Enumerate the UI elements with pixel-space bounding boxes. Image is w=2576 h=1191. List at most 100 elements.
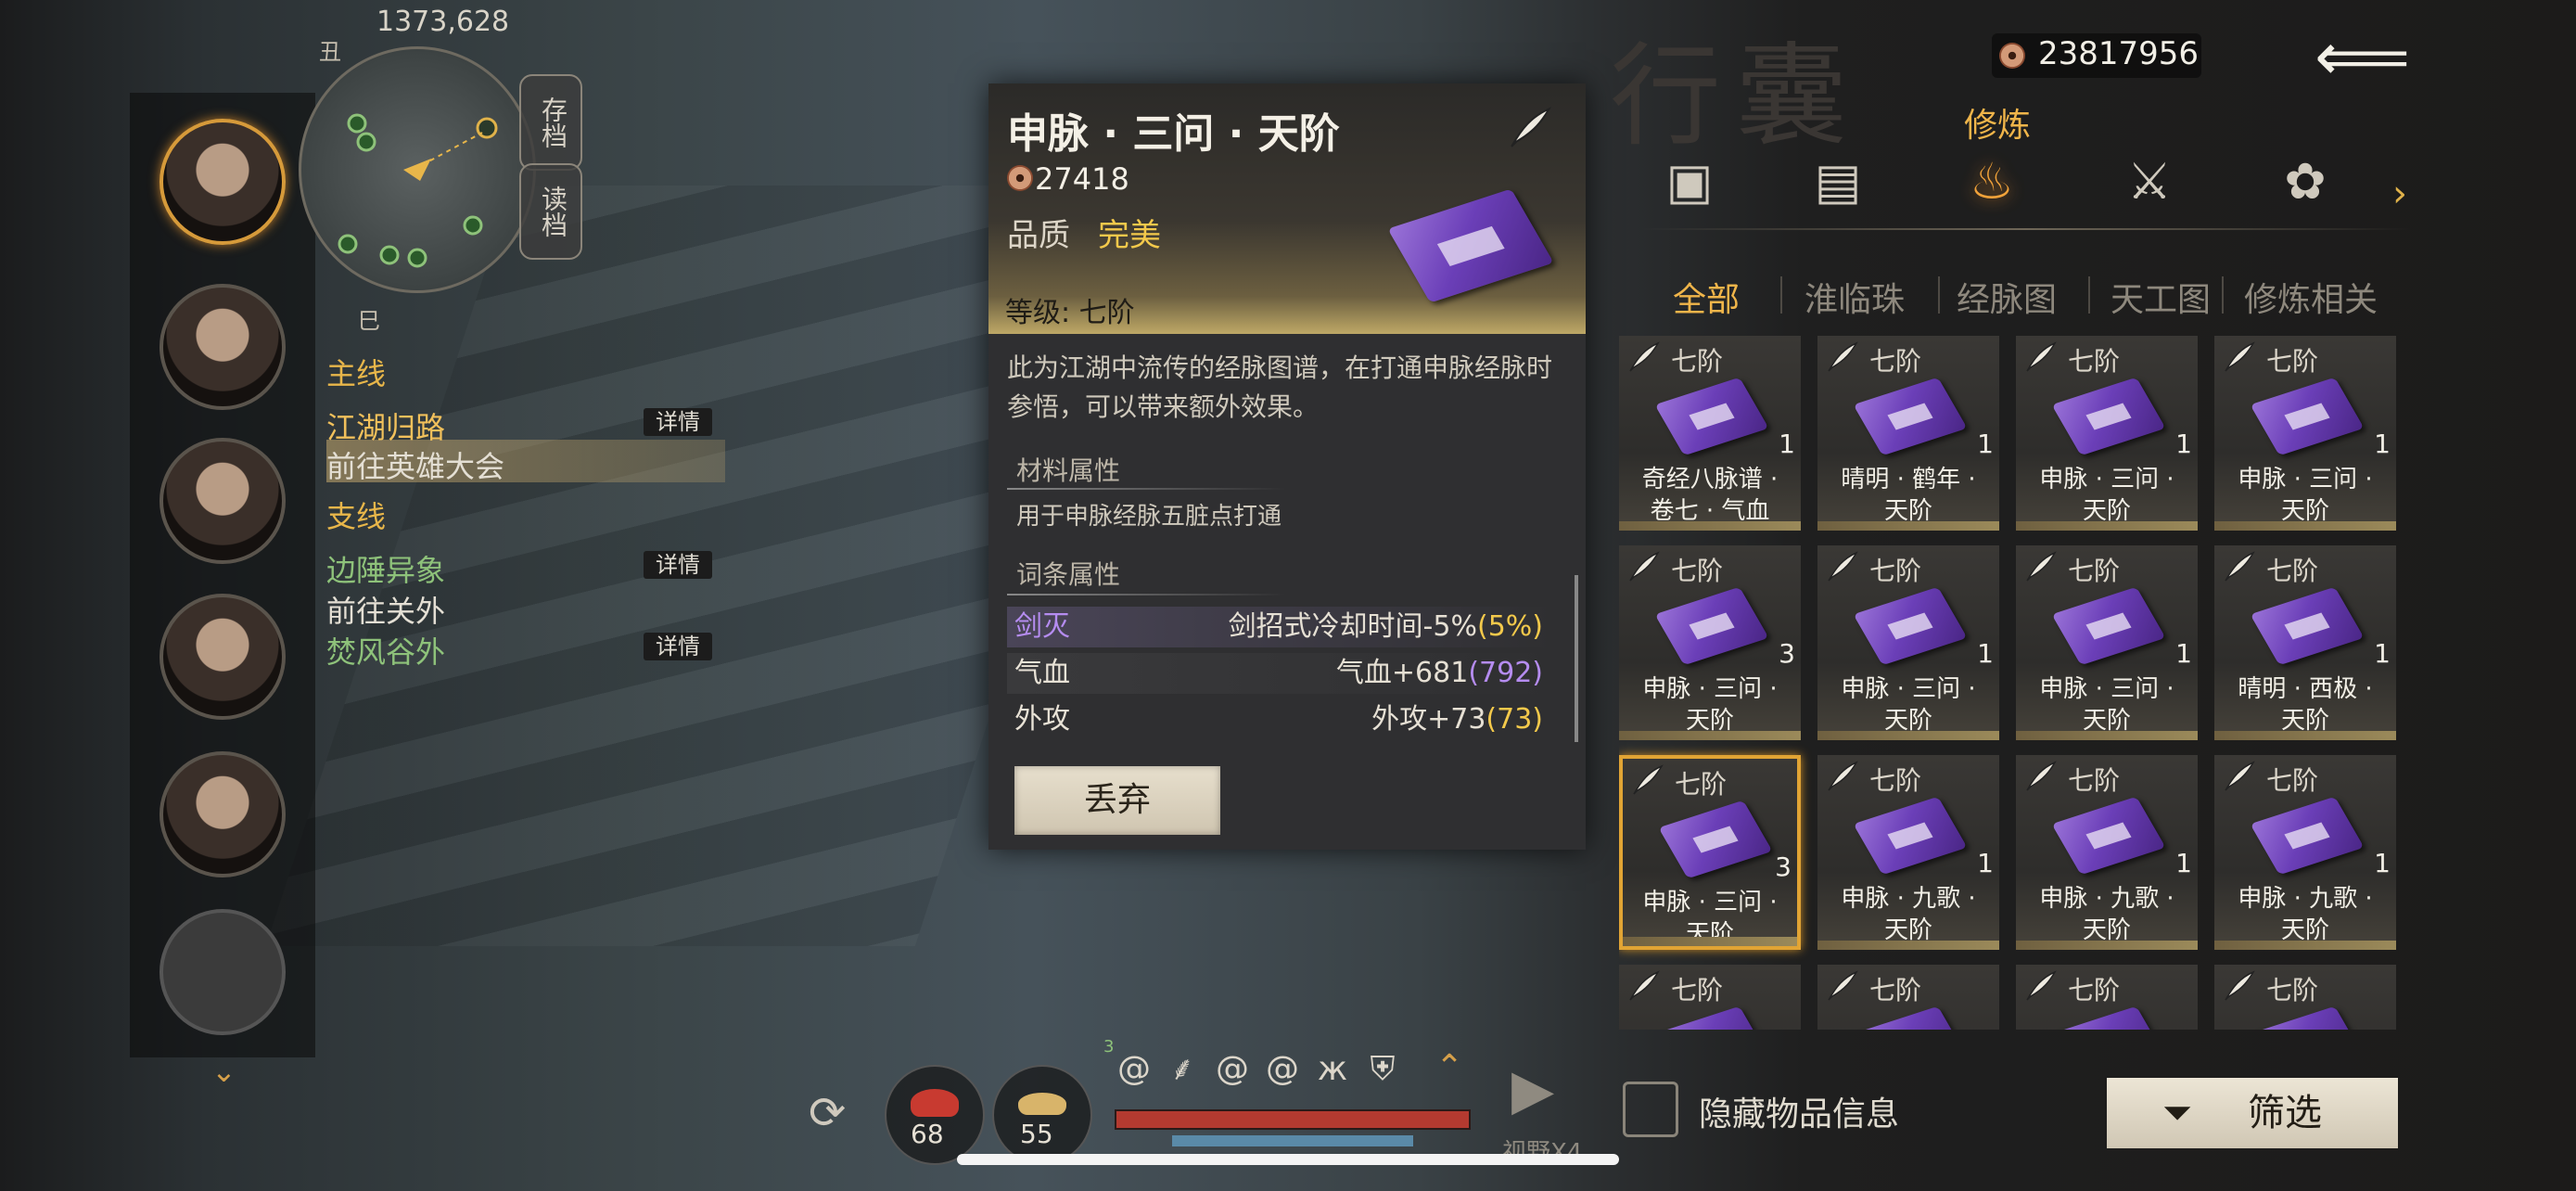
party-empty-slot[interactable] <box>159 909 286 1035</box>
chevron-right-icon[interactable]: › <box>2392 173 2407 215</box>
item-grade: 七阶 <box>1671 975 1724 1005</box>
quill-icon <box>2026 761 2057 791</box>
subtab-tiangong[interactable]: 天工图 <box>2111 273 2211 321</box>
subtab-meridian[interactable]: 经脉图 <box>1957 273 2057 321</box>
drink-slot[interactable] <box>992 1065 1092 1165</box>
item-name: 申脉 · 九歌 · 天阶 <box>2039 885 2174 944</box>
item-book-image <box>1654 377 1769 456</box>
minimap[interactable] <box>299 46 536 293</box>
quill-icon <box>1511 107 1552 147</box>
inventory-item[interactable]: 七阶 1 奇经八脉谱 · 卷七 · 气血 <box>1619 336 1801 531</box>
party-avatar-5[interactable] <box>159 751 286 877</box>
refresh-icon[interactable]: ⟳ <box>809 1087 846 1139</box>
party-avatar-4[interactable] <box>159 594 286 720</box>
inventory-item[interactable]: 七阶 <box>1619 965 1801 1030</box>
back-arrow-icon[interactable]: ⟸ <box>2315 23 2417 90</box>
feather-icon[interactable]: ⸙ <box>1161 1048 1204 1091</box>
scroll-icon[interactable]: ▤ <box>1804 148 1871 215</box>
inventory-item[interactable]: 七阶 1 申脉 · 三问 · 天阶 <box>1817 545 1999 740</box>
food-slot[interactable] <box>885 1065 985 1165</box>
inventory-item[interactable]: 七阶 1 申脉 · 三问 · 天阶 <box>2214 336 2396 531</box>
item-book-image <box>1654 586 1769 666</box>
home-indicator[interactable] <box>957 1154 1619 1165</box>
camera-icon[interactable]: ▶ <box>1511 1057 1554 1122</box>
main-quest-detail-button[interactable]: 详情 <box>644 408 712 436</box>
discard-button[interactable]: 丢弃 <box>1014 766 1220 835</box>
hide-info-checkbox[interactable] <box>1623 1082 1678 1137</box>
subtab-cultivation[interactable]: 修炼相关 <box>2244 273 2378 321</box>
inventory-item[interactable]: 七阶 1 申脉 · 九歌 · 天阶 <box>2016 755 2198 950</box>
attr-name: 外攻 <box>1014 703 1070 736</box>
inventory-item[interactable]: 七阶 3 申脉 · 三问 · 天阶 <box>1619 545 1801 740</box>
party-avatar-3[interactable] <box>159 438 286 564</box>
popup-scrollbar[interactable] <box>1575 575 1578 742</box>
item-book-image <box>2250 796 2365 876</box>
inventory-item[interactable]: 七阶 3 申脉 · 三问 · 天阶 <box>1619 755 1801 950</box>
main-quest-label: 主线 <box>326 356 387 391</box>
quill-icon <box>1629 970 1660 1001</box>
item-book-image <box>1853 586 1968 666</box>
item-book-image <box>1853 796 1968 876</box>
chest-icon[interactable]: ▣ <box>1656 148 1723 215</box>
inventory-item[interactable]: 七阶 1 申脉 · 三问 · 天阶 <box>2016 336 2198 531</box>
quill-icon <box>2225 341 2255 372</box>
item-rarity-bar <box>1623 937 1797 946</box>
inventory-item[interactable]: 七阶 1 申脉 · 九歌 · 天阶 <box>1817 755 1999 950</box>
item-book-image <box>1853 377 1968 456</box>
swirl-icon[interactable]: @ <box>1113 1048 1155 1091</box>
side-quest-2-detail-button[interactable]: 详情 <box>644 633 712 660</box>
chevron-up-icon[interactable]: ⌃ <box>1435 1048 1463 1086</box>
item-rarity-bar <box>1619 731 1801 740</box>
main-quest-name[interactable]: 江湖归路 <box>326 404 445 447</box>
inventory-item[interactable]: 七阶 1 申脉 · 三问 · 天阶 <box>2016 545 2198 740</box>
side-quest-2-name[interactable]: 焚风谷外 <box>326 629 445 672</box>
load-button[interactable]: 读档 <box>519 163 582 260</box>
swirl-icon[interactable]: @ <box>1211 1048 1254 1091</box>
inventory-item[interactable]: 七阶 <box>2016 965 2198 1030</box>
minimap-markers <box>338 113 498 268</box>
subtab-separator <box>2222 276 2224 314</box>
inventory-item[interactable]: 七阶 <box>2214 965 2396 1030</box>
inventory-item[interactable]: 七阶 1 晴明 · 西极 · 天阶 <box>2214 545 2396 740</box>
item-quantity: 1 <box>2374 429 2391 459</box>
item-rarity-bar <box>1817 941 1999 950</box>
subtab-all[interactable]: 全部 <box>1673 273 1740 321</box>
filter-button[interactable]: ⏷ 筛选 <box>2107 1078 2398 1148</box>
entry-section-label: 词条属性 <box>1016 559 1121 590</box>
lotus-icon[interactable]: ✿ <box>2272 148 2339 215</box>
party-avatar-1[interactable] <box>159 119 286 245</box>
item-book-image <box>1658 800 1773 879</box>
item-quantity: 3 <box>1779 638 1795 669</box>
item-book-image <box>1654 1005 1769 1030</box>
save-button[interactable]: 存档 <box>519 74 582 171</box>
sword-icon[interactable]: ⚔ <box>2116 148 2183 215</box>
map-coordinates: 1373,628 <box>376 6 510 38</box>
chevron-down-icon[interactable]: ⌄ <box>211 1054 236 1089</box>
item-name: 申脉 · 三问 · 天阶 <box>2039 466 2174 525</box>
item-grade: 七阶 <box>1671 346 1724 377</box>
party-avatar-2[interactable] <box>159 284 286 410</box>
item-name: 申脉 · 三问 · 天阶 <box>2039 675 2174 735</box>
flame-icon[interactable]: ♨ <box>1958 148 2025 215</box>
item-book-image <box>2250 586 2365 666</box>
inventory-item[interactable]: 七阶 1 晴明 · 鹤年 · 天阶 <box>1817 336 1999 531</box>
main-quest-objective[interactable]: 前往英雄大会 <box>326 443 504 486</box>
swirl-icon[interactable]: @ <box>1261 1048 1304 1091</box>
side-quest-1-objective[interactable]: 前往关外 <box>326 588 445 631</box>
side-quest-label: 支线 <box>326 499 387 534</box>
item-grade: 七阶 <box>2068 346 2121 377</box>
item-name: 申脉 · 九歌 · 天阶 <box>1841 885 1976 944</box>
coin-icon <box>1999 43 2025 69</box>
item-quantity: 1 <box>2175 638 2192 669</box>
side-quest-1-name[interactable]: 边陲异象 <box>326 547 445 590</box>
side-quest-1-detail-button[interactable]: 详情 <box>644 551 712 579</box>
quill-icon <box>2225 970 2255 1001</box>
crab-icon[interactable]: ж <box>1311 1048 1354 1091</box>
shield-icon[interactable]: ⛨ <box>1361 1048 1404 1091</box>
inventory-item[interactable]: 七阶 1 申脉 · 九歌 · 天阶 <box>2214 755 2396 950</box>
subtab-huailin[interactable]: 淮临珠 <box>1804 273 1905 321</box>
attr-value: 外攻+73(73) <box>1371 703 1543 736</box>
quill-icon <box>1633 764 1664 795</box>
inventory-item[interactable]: 七阶 <box>1817 965 1999 1030</box>
item-grade: 七阶 <box>2266 556 2319 586</box>
